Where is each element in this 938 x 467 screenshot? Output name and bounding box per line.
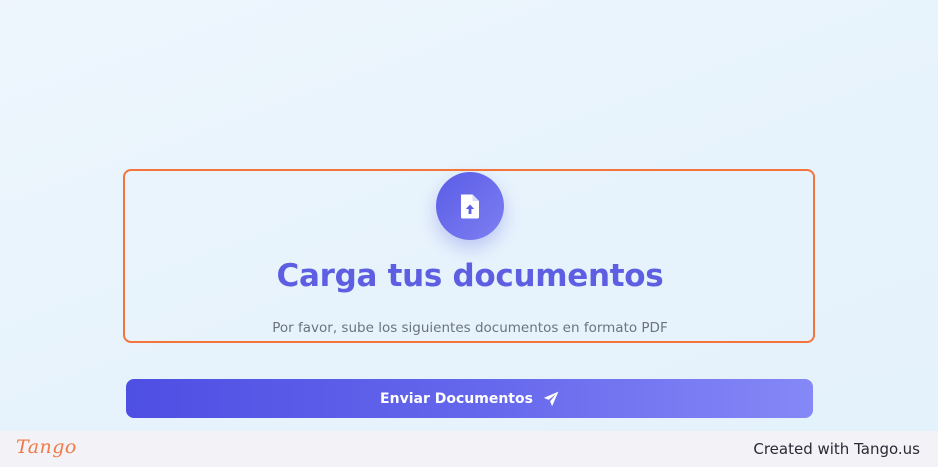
paper-plane-icon <box>543 391 559 407</box>
send-documents-label: Enviar Documentos <box>380 390 533 407</box>
tango-logo: Tango <box>16 436 77 458</box>
upload-subtitle: Por favor, sube los siguientes documento… <box>272 320 668 336</box>
created-with-credit: Created with Tango.us <box>753 440 920 458</box>
upload-title: Carga tus documentos <box>276 258 664 294</box>
send-documents-button[interactable]: Enviar Documentos <box>126 379 813 418</box>
app-canvas: Carga tus documentos Por favor, sube los… <box>0 0 938 431</box>
file-upload-icon <box>436 172 504 240</box>
footer-bar: Tango Created with Tango.us <box>0 431 938 467</box>
